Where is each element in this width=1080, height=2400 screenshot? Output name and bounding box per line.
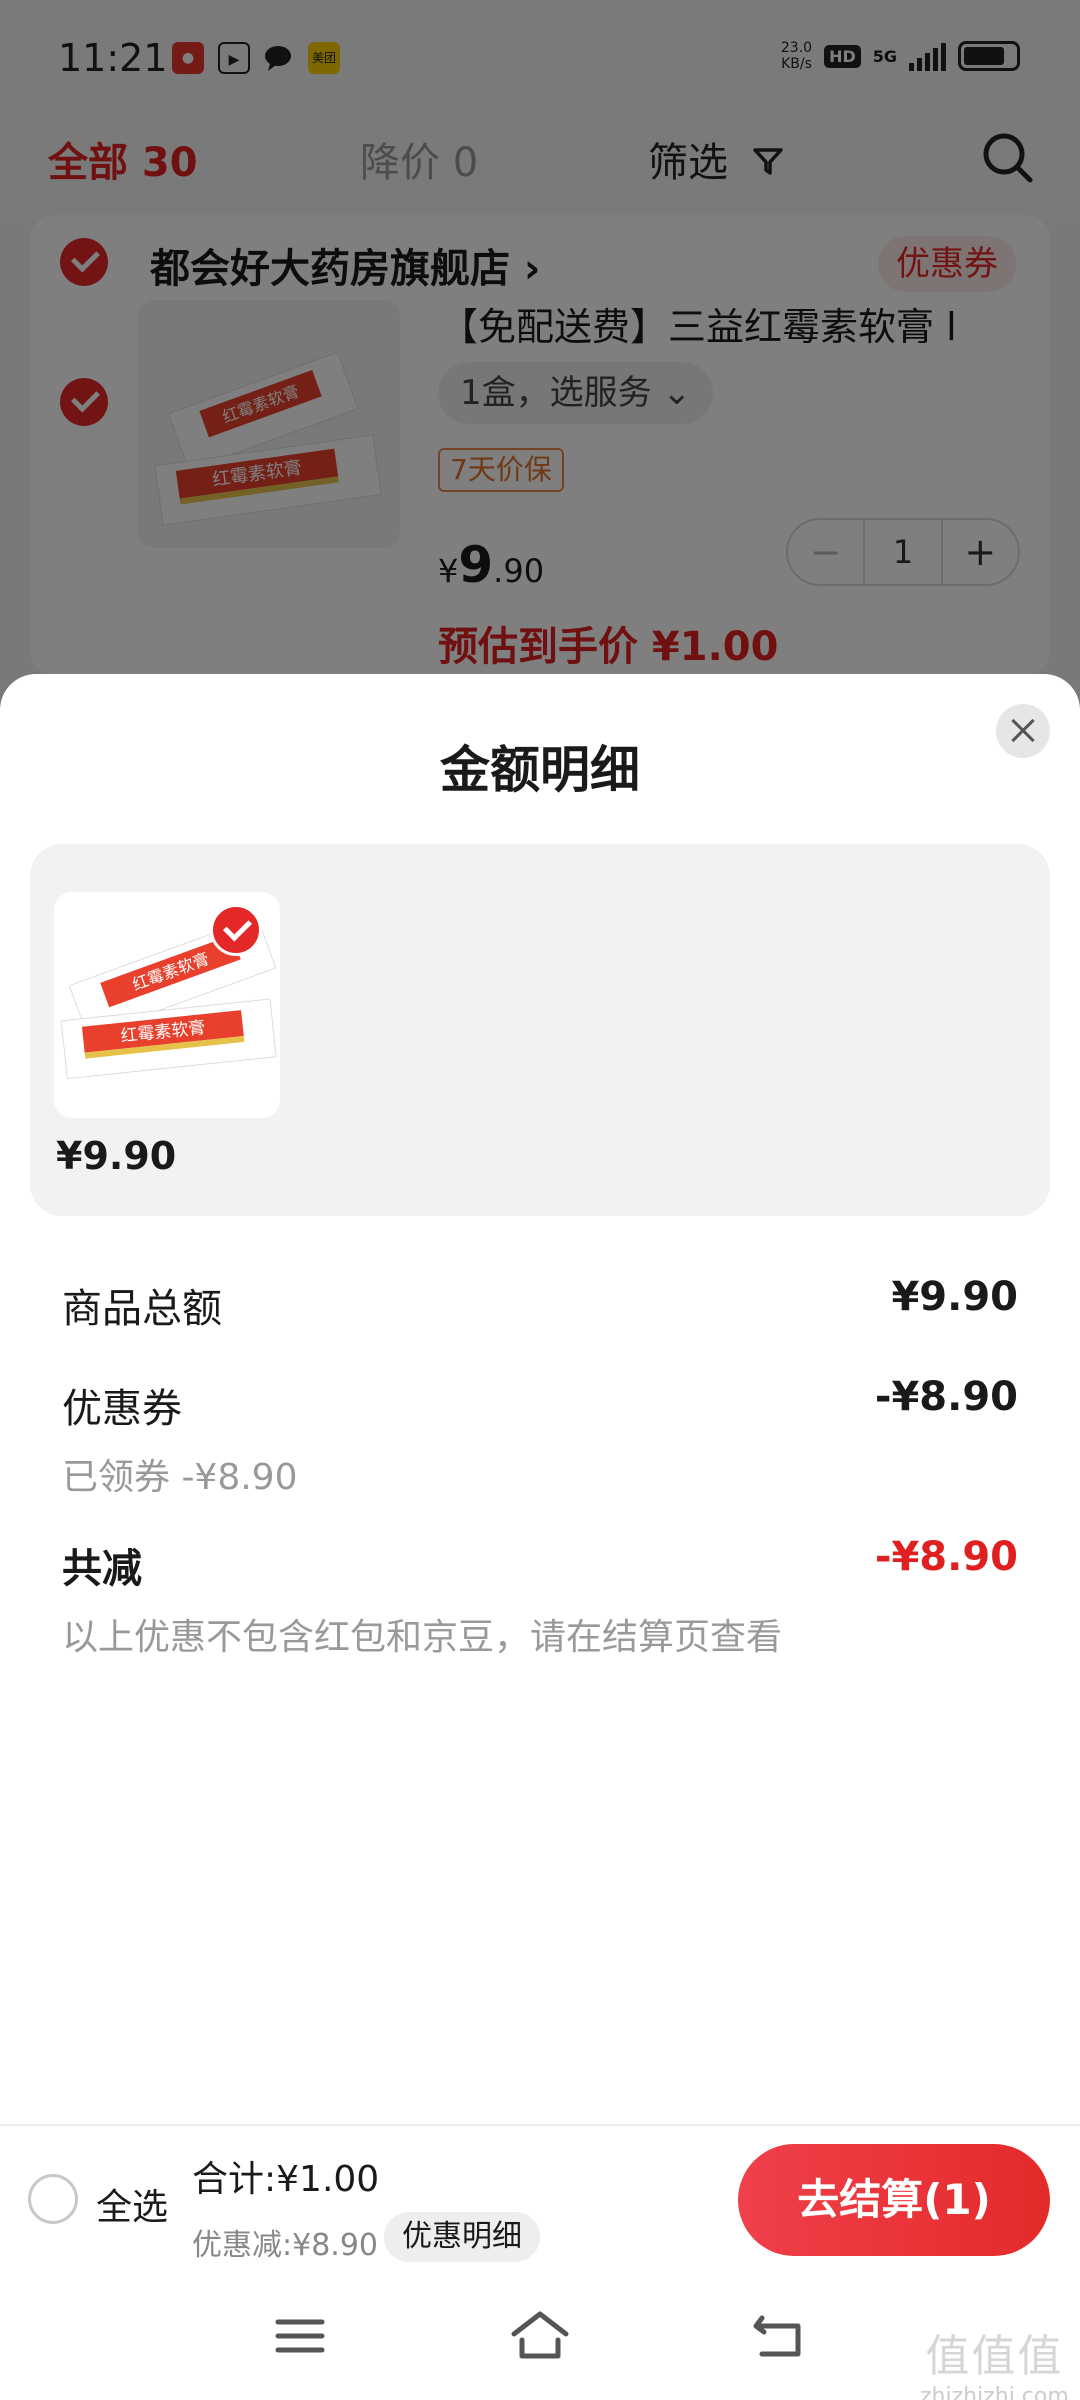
select-all-checkbox[interactable] xyxy=(28,2174,78,2224)
discount-detail-button[interactable]: 优惠明细 xyxy=(384,2212,540,2262)
checkout-bar: 全选 合计:¥1.00 优惠减:¥8.90 优惠明细 去结算(1) xyxy=(0,2124,1080,2274)
coupon-value: -¥8.90 xyxy=(874,1374,1018,1420)
home-icon[interactable] xyxy=(508,2304,572,2368)
total-reduce-label: 共减 xyxy=(62,1546,142,1592)
menu-icon[interactable] xyxy=(268,2304,332,2368)
watermark: 值值值 zhizhizhi.com xyxy=(920,2331,1069,2400)
discount-amount: 优惠减:¥8.90 xyxy=(192,2228,378,2263)
checkout-button[interactable]: 去结算(1) xyxy=(738,2144,1050,2256)
subtotal-value: ¥9.90 xyxy=(891,1274,1018,1320)
total-price: 合计:¥1.00 xyxy=(192,2159,380,2200)
total-reduce-value: -¥8.90 xyxy=(874,1534,1018,1580)
select-all-label[interactable]: 全选 xyxy=(96,2178,168,2230)
subtotal-label: 商品总额 xyxy=(62,1286,222,1332)
system-nav-bar xyxy=(0,2274,1080,2400)
close-button[interactable] xyxy=(996,704,1050,758)
goods-checkbox[interactable] xyxy=(210,904,262,956)
discount-note: 以上优惠不包含红包和京豆，请在结算页查看 xyxy=(62,1617,783,1658)
coupon-label: 优惠券 xyxy=(62,1386,182,1432)
sheet-title: 金额明细 xyxy=(440,741,640,799)
coupon-sub: 已领券 -¥8.90 xyxy=(62,1457,298,1498)
back-icon[interactable] xyxy=(748,2304,812,2368)
goods-price: ¥9.90 xyxy=(56,1134,177,1178)
goods-panel: 红霉素软膏 红霉素软膏 ¥9.90 xyxy=(30,844,1050,1216)
